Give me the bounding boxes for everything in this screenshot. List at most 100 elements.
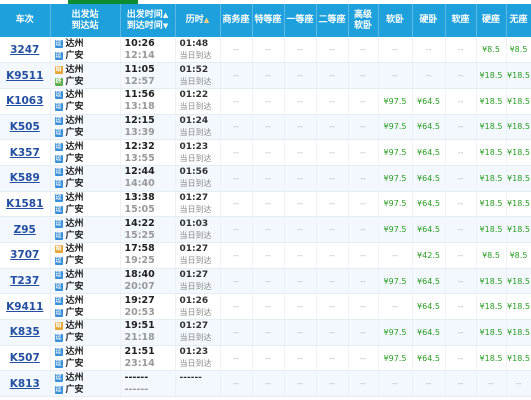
departure-station[interactable]: 达州	[66, 346, 84, 358]
duration-cell: 01:23 当日到达	[175, 139, 221, 166]
train-number-link[interactable]: T237	[10, 275, 39, 287]
train-number-link[interactable]: 3247	[10, 44, 39, 56]
seat-availability: --	[265, 148, 271, 158]
sort-up-icon[interactable]: ▲	[163, 11, 168, 19]
sort-up-icon[interactable]: ▲	[204, 16, 209, 24]
seat-cell: ¥64.5	[412, 165, 446, 192]
train-number-link[interactable]: K357	[10, 147, 40, 159]
arrival-station[interactable]: 广安	[66, 178, 84, 190]
col-duration[interactable]: 历时▲	[175, 4, 221, 37]
train-number-link[interactable]: K1063	[6, 95, 43, 107]
train-number-link[interactable]: K507	[10, 352, 40, 364]
train-number-link[interactable]: K505	[10, 121, 40, 133]
departure-station[interactable]: 达州	[66, 166, 84, 178]
duration-value: 01:56	[179, 167, 209, 178]
arrival-time: 19:25	[124, 255, 155, 267]
departure-station[interactable]: 达州	[66, 141, 84, 153]
seat-availability: --	[297, 199, 303, 209]
arrival-station[interactable]: 广安	[66, 255, 84, 267]
departure-station[interactable]: 达州	[66, 115, 84, 127]
seat-availability: ¥8.5	[509, 45, 528, 55]
train-number-link[interactable]: K9411	[6, 301, 43, 313]
departure-station[interactable]: 达州	[66, 38, 84, 50]
departure-station-icon: 过	[54, 296, 63, 305]
col-from-station-label: 出发站	[71, 9, 99, 20]
arrival-station[interactable]: 广安	[66, 50, 84, 62]
table-row: K357 过达州 过广安 12:32 13:55 01:23 当日到达 -- --…	[0, 139, 531, 166]
departure-station[interactable]: 达州	[66, 295, 84, 307]
departure-station-icon: 过	[54, 219, 63, 228]
train-number-link[interactable]: K835	[10, 326, 40, 338]
col-hard-sleeper: 硬卧	[412, 4, 446, 37]
col-stations[interactable]: 出发站 到达站	[50, 4, 121, 37]
seat-availability: --	[457, 122, 464, 132]
seat-availability: --	[329, 353, 335, 363]
arrival-station[interactable]: 广安	[66, 127, 84, 139]
train-number-cell: K9411	[0, 293, 51, 321]
departure-station[interactable]: 达州	[66, 89, 84, 101]
arrival-station[interactable]: 广安	[66, 101, 84, 113]
arrival-station[interactable]: 广安	[66, 358, 84, 370]
seat-cell: --	[412, 62, 446, 89]
arrival-station[interactable]: 广安	[66, 384, 84, 396]
seat-cell: --	[252, 242, 285, 269]
departure-station-icon: 过	[54, 168, 63, 177]
train-number-link[interactable]: 3707	[10, 249, 39, 261]
train-number-cell: K813	[0, 370, 51, 398]
train-number-link[interactable]: K589	[10, 172, 40, 184]
sort-down-icon[interactable]: ▼	[163, 22, 168, 30]
departure-station[interactable]: 达州	[66, 269, 84, 281]
departure-station[interactable]: 达州	[66, 243, 84, 255]
seat-cell: --	[445, 268, 477, 295]
table-row: K813 过达州 过广安 ------ ------ ------ -- -- --…	[0, 370, 531, 398]
stations-cell: 过达州 过广安	[50, 114, 121, 141]
seat-cell: ¥18.5	[506, 191, 531, 218]
arrival-station[interactable]: 广安	[66, 76, 84, 88]
train-number-cell: 3247	[0, 37, 51, 64]
seat-availability: ¥18.5	[479, 96, 503, 106]
arrival-station[interactable]: 广安	[66, 230, 84, 242]
departure-station[interactable]: 达州	[66, 320, 84, 332]
seat-cell: --	[378, 293, 413, 321]
train-number-link[interactable]: K1581	[6, 198, 43, 210]
seat-availability: --	[265, 71, 271, 81]
departure-station[interactable]: 达州	[66, 192, 84, 204]
seat-cell: --	[220, 37, 253, 64]
train-number-link[interactable]: K813	[10, 378, 40, 390]
departure-station[interactable]: 达州	[66, 372, 84, 384]
seat-cell: --	[284, 319, 317, 346]
seat-cell: ¥64.5	[412, 139, 446, 166]
arrival-station[interactable]: 广安	[66, 307, 84, 319]
seat-availability: --	[457, 276, 464, 286]
seat-cell: --	[412, 370, 446, 398]
duration-cell: 01:23 当日到达	[175, 345, 221, 372]
seat-cell: --	[284, 165, 317, 192]
arrival-station[interactable]: 广安	[66, 281, 84, 293]
arrival-station[interactable]: 广安	[66, 204, 84, 216]
duration-cell: 01:24 当日到达	[175, 114, 221, 141]
seat-availability: --	[515, 379, 522, 389]
arrival-day: 当日到达	[179, 230, 212, 240]
departure-station-icon: 过	[54, 116, 63, 125]
seat-availability: --	[265, 96, 271, 106]
train-number-link[interactable]: K9511	[6, 70, 43, 82]
seat-cell: --	[252, 345, 285, 372]
seat-availability: --	[329, 302, 335, 312]
arrival-station[interactable]: 广安	[66, 332, 84, 344]
times-cell: 11:56 13:18	[120, 88, 176, 115]
train-number-link[interactable]: Z95	[14, 224, 36, 236]
seat-availability: ¥64.5	[417, 302, 440, 312]
departure-station[interactable]: 达州	[66, 64, 84, 76]
seat-availability: ¥8.5	[482, 250, 500, 260]
departure-station[interactable]: 达州	[66, 218, 84, 230]
arrival-station-icon: 过	[54, 103, 63, 112]
arrival-time: 12:57	[124, 75, 155, 87]
seat-cell: ¥18.5	[506, 345, 531, 372]
arrival-station-icon: 过	[54, 231, 63, 240]
seat-availability: ¥18.5	[479, 71, 503, 81]
arrival-station[interactable]: 广安	[66, 153, 84, 165]
col-times[interactable]: 出发时间▲ 到达时间▼	[120, 4, 176, 37]
departure-time: 11:56	[124, 89, 155, 101]
seat-availability: --	[297, 96, 303, 106]
seat-availability: --	[329, 225, 335, 235]
